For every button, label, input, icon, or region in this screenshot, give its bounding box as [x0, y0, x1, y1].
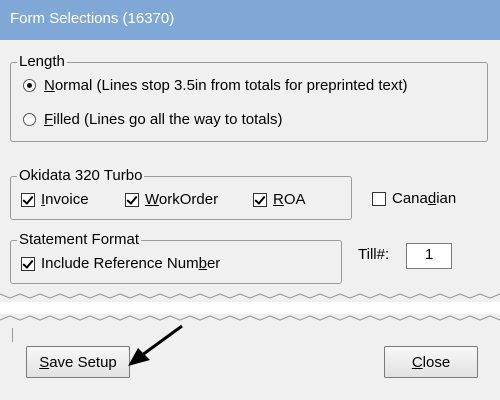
normal-label: Normal (Lines stop 3.5in from totals for… [44, 77, 408, 94]
filled-radio[interactable] [23, 113, 36, 126]
button-separator [12, 328, 13, 342]
callout-arrow-icon [128, 324, 183, 366]
torn-edge-top [0, 288, 500, 299]
length-group: Length Normal (Lines stop 3.5in from tot… [10, 53, 488, 142]
filled-option[interactable]: Filled (Lines go all the way to totals) [23, 111, 282, 128]
save-setup-button[interactable]: Save Setup [26, 346, 130, 378]
title-bar: Form Selections (16370) [0, 0, 500, 40]
canadian-checkbox[interactable] [372, 191, 386, 206]
normal-option[interactable]: Normal (Lines stop 3.5in from totals for… [23, 77, 408, 94]
roa-label: ROA [273, 191, 306, 208]
form-selections-window: Form Selections (16370) Length Normal (L… [0, 0, 500, 400]
roa-option[interactable]: ROA [253, 191, 306, 208]
include-reference-checkbox[interactable] [21, 256, 35, 271]
include-reference-label: Include Reference Number [41, 255, 221, 272]
include-reference-option[interactable]: Include Reference Number [21, 255, 220, 272]
workorder-checkbox[interactable] [125, 192, 139, 207]
invoice-label: Invoice [41, 191, 89, 208]
invoice-checkbox[interactable] [21, 192, 35, 207]
invoice-option[interactable]: Invoice [21, 191, 89, 208]
statement-group: Statement Format Include Reference Numbe… [10, 231, 342, 284]
canadian-label: Canadian [392, 190, 457, 207]
canadian-option[interactable]: Canadian [372, 190, 456, 207]
printer-legend: Okidata 320 Turbo [17, 167, 145, 185]
workorder-option[interactable]: WorkOrder [125, 191, 218, 208]
window-title: Form Selections (16370) [10, 10, 175, 27]
length-legend: Length [17, 53, 67, 71]
roa-checkbox[interactable] [253, 192, 267, 207]
filled-label: Filled (Lines go all the way to totals) [44, 111, 283, 128]
close-button[interactable]: Close [384, 346, 478, 378]
statement-legend: Statement Format [17, 231, 142, 249]
till-label: Till#: [358, 246, 390, 263]
workorder-label: WorkOrder [145, 191, 219, 208]
normal-radio[interactable] [23, 79, 36, 92]
torn-edge-bottom [0, 315, 500, 326]
printer-group: Okidata 320 Turbo Invoice WorkOrder ROA [10, 167, 352, 220]
dialog-body: Length Normal (Lines stop 3.5in from tot… [0, 40, 500, 400]
till-input[interactable]: 1 [406, 243, 452, 269]
